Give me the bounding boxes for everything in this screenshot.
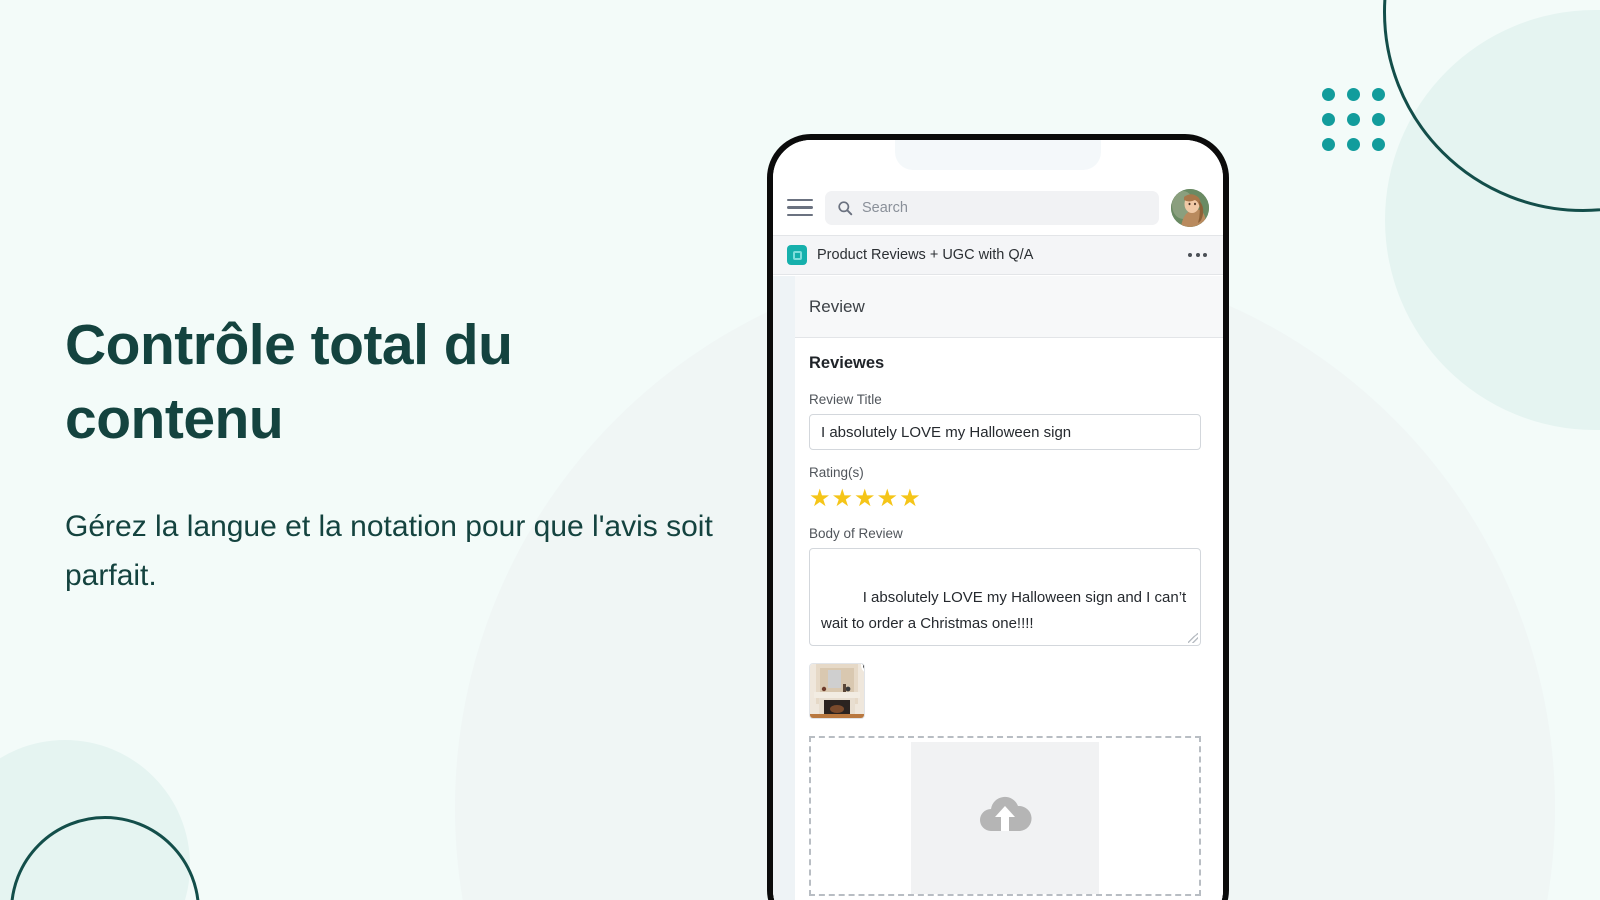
phone-notch	[895, 140, 1101, 170]
tab-review[interactable]: Review	[809, 297, 865, 317]
star-icon[interactable]: ★	[854, 487, 876, 511]
search-placeholder: Search	[862, 199, 908, 216]
rating-field: Rating(s) ★ ★ ★ ★ ★	[809, 465, 1201, 511]
app-title: Product Reviews + UGC with Q/A	[817, 247, 1034, 263]
page-subtitle: Gérez la langue et la notation pour que …	[65, 510, 713, 592]
attachment-thumbnail[interactable]: ✕	[809, 663, 865, 719]
phone-mockup: Search Product Reviews + UGC with Q/A Re…	[767, 134, 1229, 900]
search-icon	[838, 200, 853, 215]
dropzone-inner	[911, 742, 1099, 894]
review-body-field: Body of Review I absolutely LOVE my Hall…	[809, 526, 1201, 646]
page-title: Contrôle total du contenu	[65, 313, 513, 451]
side-rail	[773, 276, 795, 900]
attachment-row: ✕	[809, 663, 1201, 723]
form-heading: Reviewes	[809, 354, 885, 372]
section-header-band: Review	[773, 276, 1223, 338]
rating-label: Rating(s)	[809, 465, 864, 480]
marketing-copy: Contrôle total du contenu Gérez la langu…	[65, 308, 725, 600]
cloud-upload-icon	[980, 796, 1032, 831]
review-body-textarea[interactable]: I absolutely LOVE my Halloween sign and …	[809, 548, 1201, 646]
review-title-input[interactable]: I absolutely LOVE my Halloween sign	[809, 414, 1201, 450]
kebab-menu-icon[interactable]	[1186, 247, 1209, 263]
hamburger-icon[interactable]	[787, 198, 813, 217]
resize-handle[interactable]	[1188, 633, 1198, 643]
review-body-label: Body of Review	[809, 526, 903, 541]
review-form: Reviewes Review Title I absolutely LOVE …	[795, 338, 1223, 900]
top-navigation-bar: Search	[773, 180, 1223, 235]
avatar[interactable]	[1171, 188, 1209, 227]
star-icon[interactable]: ★	[832, 487, 854, 511]
review-body-text: I absolutely LOVE my Halloween sign and …	[821, 589, 1191, 632]
rating-stars[interactable]: ★ ★ ★ ★ ★	[809, 487, 1201, 511]
star-icon[interactable]: ★	[809, 487, 831, 511]
star-icon[interactable]: ★	[899, 487, 921, 511]
review-title-field: Review Title I absolutely LOVE my Hallow…	[809, 392, 1201, 450]
app-header-bar: Product Reviews + UGC with Q/A	[773, 235, 1223, 275]
review-title-label: Review Title	[809, 392, 882, 407]
file-dropzone[interactable]	[809, 736, 1201, 896]
dot-grid-icon	[1322, 88, 1385, 151]
phone-screen: Search Product Reviews + UGC with Q/A Re…	[773, 140, 1223, 900]
app-icon	[787, 245, 807, 265]
search-input[interactable]: Search	[825, 190, 1159, 225]
star-icon[interactable]: ★	[877, 487, 899, 511]
